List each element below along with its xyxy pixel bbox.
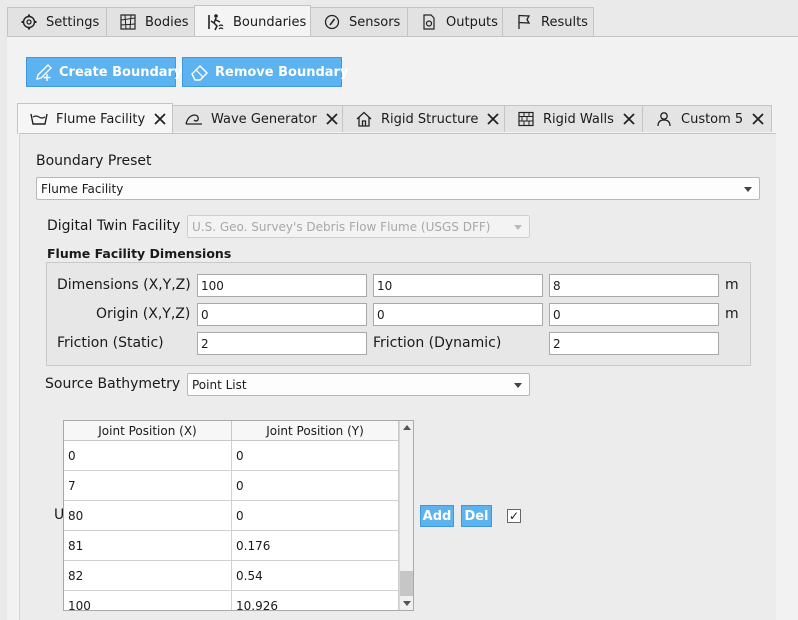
tab-outputs[interactable]: Outputs [407, 7, 503, 36]
table-cell[interactable]: 0 [232, 471, 399, 501]
create-boundary-label: Create Boundary [59, 64, 183, 80]
table-cell[interactable]: 10.926 [232, 591, 399, 610]
chevron-down-icon [514, 225, 522, 230]
origin-label: Origin (X,Y,Z) [96, 306, 191, 322]
table-cell[interactable]: 81 [64, 531, 232, 561]
table-cell[interactable]: 7 [64, 471, 232, 501]
table-cell[interactable]: 80 [64, 501, 232, 531]
friction-static-label: Friction (Static) [57, 335, 164, 351]
file-gear-icon [420, 13, 438, 31]
source-bathymetry-label: Source Bathymetry [45, 376, 181, 392]
origin-y-field[interactable]: 0 [373, 303, 543, 326]
tab-sensors[interactable]: Sensors [310, 7, 408, 36]
dimensions-group-title: Flume Facility Dimensions [47, 246, 232, 261]
close-icon[interactable] [622, 112, 636, 126]
gauge-icon [323, 13, 341, 31]
gear-icon [20, 13, 38, 31]
table-cell[interactable]: 100 [64, 591, 232, 610]
dimensions-unit: m [725, 277, 739, 293]
table-header-y[interactable]: Joint Position (Y) [232, 421, 399, 441]
dimensions-label: Dimensions (X,Y,Z) [57, 277, 191, 293]
person-icon [655, 110, 673, 128]
enable-checkbox[interactable]: ✓ [507, 509, 521, 523]
boundary-tab-rigid-structure[interactable]: Rigid Structure [342, 105, 505, 132]
friction-dynamic-field[interactable]: 2 [549, 332, 719, 355]
friction-static-field[interactable]: 2 [197, 332, 367, 355]
remove-boundary-button[interactable]: Remove Boundary [182, 57, 348, 87]
brick-wall-icon [517, 110, 535, 128]
origin-x-field[interactable]: 0 [197, 303, 367, 326]
tab-settings[interactable]: Settings [7, 7, 107, 36]
create-boundary-button[interactable]: Create Boundary [26, 57, 182, 87]
digital-twin-facility-value: U.S. Geo. Survey's Debris Flow Flume (US… [192, 219, 491, 234]
friction-dynamic-label: Friction (Dynamic) [373, 335, 502, 351]
tab-label: Settings [46, 14, 100, 30]
table-cell[interactable]: 0.54 [232, 561, 399, 591]
tab-label: Bodies [145, 14, 189, 30]
boundary-tab-flume-facility[interactable]: Flume Facility [17, 103, 173, 134]
close-icon[interactable] [325, 112, 339, 126]
boundary-tab-label: Custom 5 [681, 111, 744, 127]
tab-label: Sensors [349, 14, 401, 30]
remove-boundary-label: Remove Boundary [215, 64, 349, 80]
digital-twin-facility-select[interactable]: U.S. Geo. Survey's Debris Flow Flume (US… [187, 215, 530, 238]
origin-unit: m [725, 306, 739, 322]
table-cell[interactable]: 0 [64, 441, 232, 471]
table-cell[interactable]: 0.176 [232, 531, 399, 561]
table-cell[interactable]: 82 [64, 561, 232, 591]
table-cell[interactable]: 0 [232, 441, 399, 471]
source-bathymetry-value: Point List [192, 377, 247, 392]
boundary-preset-select[interactable]: Flume Facility [36, 177, 760, 200]
bathymetry-point-table[interactable]: Joint Position (X) Joint Position (Y) 0 … [63, 420, 414, 611]
pencil-plus-icon [33, 61, 55, 83]
table-vertical-scrollbar[interactable] [399, 421, 413, 610]
mesh-icon [119, 13, 137, 31]
scrollbar-thumb[interactable] [400, 571, 413, 596]
basin-icon [30, 110, 48, 128]
close-icon[interactable] [751, 112, 765, 126]
tab-bodies[interactable]: Bodies [106, 7, 195, 36]
boundary-preset-label: Boundary Preset [36, 153, 152, 169]
boundary-tab-wave-generator[interactable]: Wave Generator [172, 105, 343, 132]
boundary-tab-custom-5[interactable]: Custom 5 [642, 105, 772, 132]
scroll-up-icon[interactable] [403, 425, 411, 430]
close-icon[interactable] [486, 112, 500, 126]
boundary-tab-label: Rigid Walls [543, 111, 614, 127]
scroll-down-icon[interactable] [403, 601, 411, 606]
boundary-tab-label: Wave Generator [211, 111, 317, 127]
eraser-icon [189, 61, 211, 83]
table-header-x[interactable]: Joint Position (X) [64, 421, 232, 441]
digital-twin-facility-label: Digital Twin Facility [47, 218, 181, 234]
tab-results[interactable]: Results [502, 7, 594, 36]
tab-label: Boundaries [233, 14, 307, 30]
add-row-button[interactable]: Add [420, 505, 454, 527]
tab-label: Results [541, 14, 588, 30]
boundary-tab-rigid-walls[interactable]: Rigid Walls [504, 105, 643, 132]
house-icon [355, 110, 373, 128]
wave-figure-icon [207, 13, 225, 31]
dimension-z-field[interactable]: 8 [549, 274, 719, 297]
origin-z-field[interactable]: 0 [549, 303, 719, 326]
wave-icon [185, 110, 203, 128]
close-icon[interactable] [153, 112, 167, 126]
source-bathymetry-select[interactable]: Point List [187, 373, 530, 396]
boundary-tab-label: Flume Facility [56, 111, 146, 127]
flag-icon [515, 13, 533, 31]
tab-label: Outputs [446, 14, 498, 30]
chevron-down-icon [514, 383, 522, 388]
dimension-x-field[interactable]: 100 [197, 274, 367, 297]
boundary-preset-value: Flume Facility [41, 181, 124, 196]
delete-row-button[interactable]: Del [461, 505, 492, 527]
tab-boundaries[interactable]: Boundaries [194, 5, 311, 38]
dimension-y-field[interactable]: 10 [373, 274, 543, 297]
chevron-down-icon [744, 187, 752, 192]
boundary-tab-label: Rigid Structure [381, 111, 479, 127]
table-cell[interactable]: 0 [232, 501, 399, 531]
